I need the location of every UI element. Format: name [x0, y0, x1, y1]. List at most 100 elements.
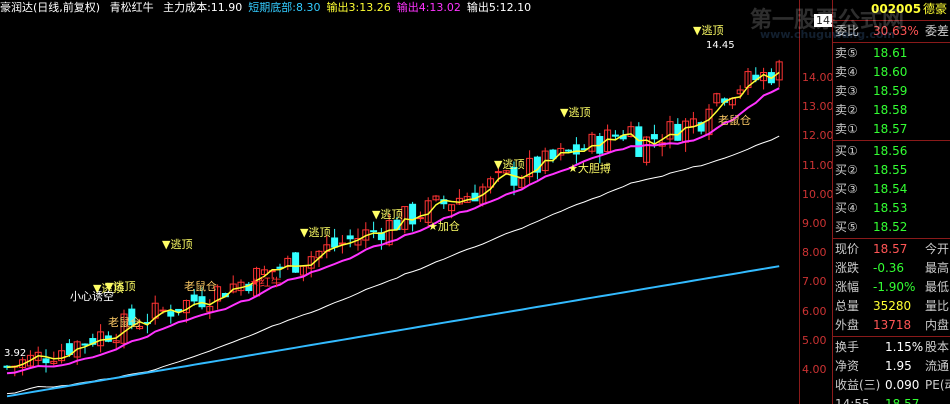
annotation-bull: ★红牛: [250, 275, 282, 289]
weicha-label: 委差: [925, 24, 950, 38]
axis-tick-label: 6.00: [802, 304, 827, 318]
bid-label: 买③: [835, 182, 858, 196]
annotation-top: ▼逃顶: [693, 24, 723, 37]
ask-label: 卖⑤: [835, 46, 858, 60]
annotation-top: ▼逃顶: [494, 158, 524, 171]
axis-tick-label: 13.00: [802, 100, 834, 114]
bid-price: 18.54: [873, 182, 908, 196]
axis-tick-label: 4.00: [802, 363, 827, 376]
annotation-top: ▼逃顶: [560, 106, 590, 119]
stat-label: 外盘: [835, 318, 860, 332]
stat-extra: 内盘: [925, 318, 950, 332]
stat-label: 换手: [835, 340, 860, 354]
stat-label: 总量: [835, 299, 860, 313]
annotation-top: ▼逃顶: [162, 238, 192, 251]
ask-price: 18.57: [873, 122, 908, 136]
panel-divider: [833, 238, 950, 239]
high-price-label: 14.45: [706, 40, 735, 51]
panel-divider: [833, 20, 950, 21]
stat-extra: 量比: [925, 299, 950, 313]
axis-tick-label: 10.00: [802, 187, 834, 201]
ask-price: 18.60: [873, 65, 908, 79]
annotation-top: ▼逃顶: [300, 226, 330, 239]
stat-row[interactable]: 总量 35280 量比: [833, 297, 950, 316]
ask-row[interactable]: 卖⑤ 18.61: [833, 44, 950, 63]
stat-extra: 股本: [925, 340, 950, 354]
candle-body: [635, 126, 643, 157]
axis-tick-label: 5.00: [802, 333, 827, 347]
candle-body: [409, 203, 417, 225]
annotation-rat: 老鼠仓: [184, 279, 217, 293]
stat-extra: 最高: [925, 261, 950, 275]
stat-value: -0.36: [873, 261, 905, 275]
candle-body: [346, 235, 354, 240]
stat-row[interactable]: 外盘 13718 内盘: [833, 316, 950, 335]
ask-row[interactable]: 卖③ 18.59: [833, 82, 950, 101]
bid-row[interactable]: 买⑤ 18.52: [833, 218, 950, 237]
candle-body: [650, 134, 658, 140]
bid-row[interactable]: 买③ 18.54: [833, 180, 950, 199]
low-price-label: 3.92: [4, 348, 26, 359]
axis-tick-label: 8.00: [802, 246, 827, 260]
kline-chart[interactable]: ▼逃顶▼逃顶▼逃顶▼逃顶▼逃顶▼逃顶▼逃顶▼逃顶小心诱空老鼠仓老鼠仓老鼠仓★红牛…: [0, 0, 800, 404]
stat-label: 涨幅: [835, 280, 860, 294]
panel-divider: [833, 140, 950, 141]
annotation-rat: 老鼠仓: [718, 113, 751, 127]
bid-row[interactable]: 买② 18.55: [833, 161, 950, 180]
stat-value: 0.090: [885, 378, 920, 392]
annotation-warn: 小心诱空: [70, 289, 114, 303]
quote-panel: 002005 德豪 委比 30.63% 委差 卖⑤ 18.61 卖④ 18.60 卖③ 18.59 卖…: [832, 0, 950, 404]
bid-label: 买⑤: [835, 220, 858, 234]
stat-label: 收益(三): [835, 378, 881, 392]
stat-label: 现价: [835, 242, 860, 256]
price-axis: 14.00 13.00 12.00 11.00 10.00 9.00 8.00 7.00 6.0…: [800, 0, 850, 404]
stat-value: 1.95: [885, 359, 912, 373]
bid-row[interactable]: 买① 18.56: [833, 142, 950, 161]
weibi-row[interactable]: 委比 30.63% 委差: [833, 22, 950, 41]
stat-label: 涨跌: [835, 261, 860, 275]
stat-value: 35280: [873, 299, 912, 313]
stat-row[interactable]: 净资 1.95 流通: [833, 357, 950, 376]
footer-row[interactable]: 14:55 18.57: [833, 395, 950, 404]
panel-divider: [833, 336, 950, 337]
weibi-label: 委比: [835, 24, 860, 38]
stat-value: 18.57: [873, 242, 908, 256]
ask-price: 18.59: [873, 84, 908, 98]
ask-label: 卖④: [835, 65, 858, 79]
panel-title[interactable]: 002005 德豪: [833, 0, 950, 19]
axis-tick-label: 12.00: [802, 129, 834, 143]
stat-extra: PE(动): [925, 378, 950, 392]
ask-row[interactable]: 卖④ 18.60: [833, 63, 950, 82]
stat-row[interactable]: 现价 18.57 今开: [833, 240, 950, 259]
ask-price: 18.58: [873, 103, 908, 117]
bid-price: 18.52: [873, 220, 908, 234]
candle-body: [370, 230, 378, 233]
stat-row[interactable]: 涨幅 -1.90% 最低: [833, 278, 950, 297]
ask-label: 卖③: [835, 84, 858, 98]
ask-label: 卖①: [835, 122, 858, 136]
annotation-add: ★加仓: [428, 219, 460, 233]
candle-body: [292, 252, 300, 273]
stat-row[interactable]: 收益(三) 0.090 PE(动): [833, 376, 950, 395]
stat-row[interactable]: 涨跌 -0.36 最高: [833, 259, 950, 278]
weibi-value: 30.63%: [873, 24, 919, 38]
bid-row[interactable]: 买④ 18.53: [833, 199, 950, 218]
candle-body: [611, 134, 619, 137]
footer-time: 14:55: [835, 397, 870, 404]
axis-tick-label: 11.00: [802, 158, 834, 172]
stat-value: 1.15%: [885, 340, 924, 354]
ask-row[interactable]: 卖② 18.58: [833, 101, 950, 120]
candle-body: [198, 296, 206, 308]
ask-label: 卖②: [835, 103, 858, 117]
ask-row[interactable]: 卖① 18.57: [833, 120, 950, 139]
stat-row[interactable]: 换手 1.15% 股本: [833, 338, 950, 357]
candle-body: [494, 171, 502, 174]
candle-body: [167, 311, 175, 317]
stat-label: 净资: [835, 359, 860, 373]
stat-value: -1.90%: [873, 280, 916, 294]
candle-body: [190, 294, 198, 302]
candle-body: [331, 237, 339, 248]
ask-price: 18.61: [873, 46, 908, 60]
annotation-bold: ★大胆搏: [568, 161, 611, 175]
axis-tick-label: 9.00: [802, 217, 827, 230]
